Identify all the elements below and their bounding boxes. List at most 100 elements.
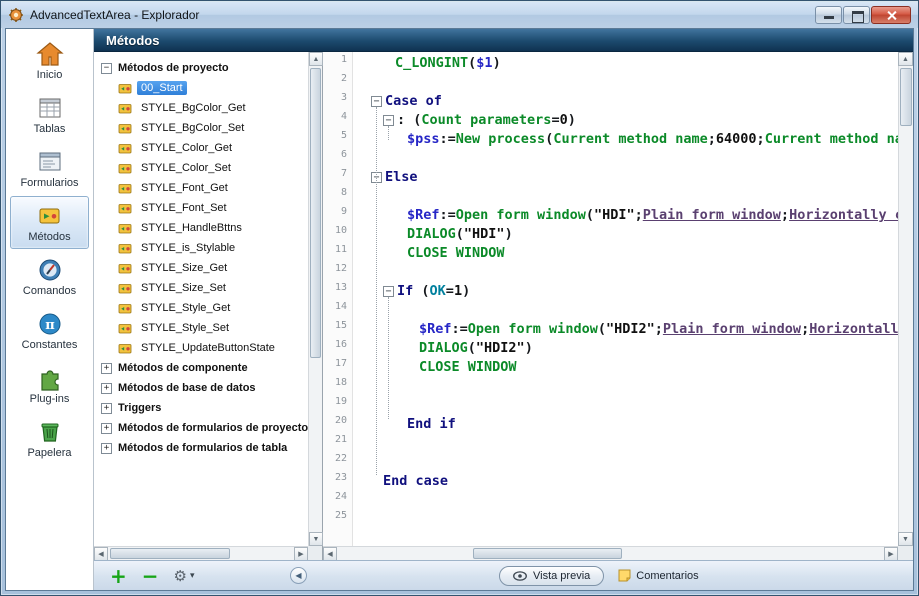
line-number[interactable]: 2 <box>323 73 352 92</box>
tree-item-style-font-set[interactable]: STYLE_Font_Set <box>94 198 308 218</box>
sidebar-item-inicio[interactable]: Inicio <box>10 34 89 87</box>
code-line-12[interactable] <box>353 263 898 282</box>
sidebar-item-plug-ins[interactable]: Plug-ins <box>10 358 89 411</box>
collapse-panel-button[interactable]: ◀ <box>290 567 307 584</box>
scroll-left-icon[interactable]: ◀ <box>94 547 108 561</box>
tree-item-style-font-get[interactable]: STYLE_Font_Get <box>94 178 308 198</box>
code-line-4[interactable]: : (Count parameters=0) <box>353 111 898 130</box>
scroll-left-icon[interactable]: ◀ <box>323 547 337 561</box>
tree-group-triggers[interactable]: +Triggers <box>94 398 308 418</box>
code-line-5[interactable]: $pss:=New process(Current method name;64… <box>353 130 898 149</box>
tree-item-00-start[interactable]: 00_Start <box>94 78 308 98</box>
minimize-button[interactable] <box>815 6 842 24</box>
maximize-button[interactable] <box>843 6 870 24</box>
tree-item-style-color-set[interactable]: STYLE_Color_Set <box>94 158 308 178</box>
add-method-button[interactable]: + <box>110 566 127 586</box>
line-number[interactable]: 5 <box>323 130 352 149</box>
expand-icon[interactable]: + <box>101 363 112 374</box>
sidebar-item-comandos[interactable]: Comandos <box>10 250 89 303</box>
line-number-gutter[interactable]: 1234567891011121314151617181920212223242… <box>323 52 353 546</box>
fold-collapse-icon[interactable] <box>383 115 394 126</box>
expand-icon[interactable]: + <box>101 423 112 434</box>
code-line-19[interactable] <box>353 396 898 415</box>
line-number[interactable]: 25 <box>323 510 352 529</box>
line-number[interactable]: 20 <box>323 415 352 434</box>
expand-icon[interactable]: + <box>101 443 112 454</box>
line-number[interactable]: 21 <box>323 434 352 453</box>
scroll-up-icon[interactable]: ▲ <box>898 52 913 66</box>
code-line-18[interactable] <box>353 377 898 396</box>
close-button[interactable] <box>871 6 911 24</box>
tree-item-style-size-set[interactable]: STYLE_Size_Set <box>94 278 308 298</box>
tree-horizontal-scrollbar[interactable]: ◀ ▶ <box>94 546 308 560</box>
tree-group-m-todos-de-formularios-de-proyecto[interactable]: +Métodos de formularios de proyecto <box>94 418 308 438</box>
expand-icon[interactable]: + <box>101 403 112 414</box>
line-number[interactable]: 15 <box>323 320 352 339</box>
code-line-10[interactable]: DIALOG("HDI") <box>353 225 898 244</box>
tree-item-style-bgcolor-get[interactable]: STYLE_BgColor_Get <box>94 98 308 118</box>
line-number[interactable]: 18 <box>323 377 352 396</box>
code-line-3[interactable]: Case of <box>353 92 898 111</box>
fold-collapse-icon[interactable] <box>383 286 394 297</box>
tree-item-style-bgcolor-set[interactable]: STYLE_BgColor_Set <box>94 118 308 138</box>
editor-vscroll-thumb[interactable] <box>900 68 912 126</box>
line-number[interactable]: 4 <box>323 111 352 130</box>
scroll-right-icon[interactable]: ▶ <box>884 547 898 561</box>
line-number[interactable]: 17 <box>323 358 352 377</box>
line-number[interactable]: 10 <box>323 225 352 244</box>
sidebar-item-constantes[interactable]: πConstantes <box>10 304 89 357</box>
scroll-right-icon[interactable]: ▶ <box>294 547 308 561</box>
comments-button[interactable]: Comentarios <box>618 569 698 582</box>
code-line-7[interactable]: Else <box>353 168 898 187</box>
code-editor[interactable]: 1234567891011121314151617181920212223242… <box>323 52 913 560</box>
sidebar-item-m-todos[interactable]: Métodos <box>10 196 89 249</box>
scroll-down-icon[interactable]: ▼ <box>898 532 913 546</box>
line-number[interactable]: 13 <box>323 282 352 301</box>
tree-vertical-scrollbar[interactable]: ▲ ▼ <box>308 52 322 546</box>
line-number[interactable]: 1 <box>323 54 352 73</box>
tree-item-style-size-get[interactable]: STYLE_Size_Get <box>94 258 308 278</box>
code-line-20[interactable]: End if <box>353 415 898 434</box>
code-area[interactable]: C_LONGINT($1) Case of: (Count parameters=… <box>353 52 898 546</box>
tree-item-style-color-get[interactable]: STYLE_Color_Get <box>94 138 308 158</box>
code-line-24[interactable] <box>353 491 898 510</box>
preview-button[interactable]: Vista previa <box>499 566 604 586</box>
sidebar-item-tablas[interactable]: Tablas <box>10 88 89 141</box>
line-number[interactable]: 19 <box>323 396 352 415</box>
code-line-16[interactable]: DIALOG("HDI2") <box>353 339 898 358</box>
code-line-13[interactable]: If (OK=1) <box>353 282 898 301</box>
line-number[interactable]: 7 <box>323 168 352 187</box>
tree-group-m-todos-de-componente[interactable]: +Métodos de componente <box>94 358 308 378</box>
code-line-17[interactable]: CLOSE WINDOW <box>353 358 898 377</box>
scroll-down-icon[interactable]: ▼ <box>309 532 323 546</box>
editor-vertical-scrollbar[interactable]: ▲ ▼ <box>898 52 913 546</box>
collapse-icon[interactable]: − <box>101 63 112 74</box>
editor-hscroll-thumb[interactable] <box>473 548 623 559</box>
code-line-1[interactable]: C_LONGINT($1) <box>353 54 898 73</box>
fold-collapse-icon[interactable] <box>371 96 382 107</box>
line-number[interactable]: 16 <box>323 339 352 358</box>
code-line-2[interactable] <box>353 73 898 92</box>
sidebar-item-formularios[interactable]: Formularios <box>10 142 89 195</box>
line-number[interactable]: 23 <box>323 472 352 491</box>
code-line-14[interactable] <box>353 301 898 320</box>
tree-group-m-todos-de-base-de-datos[interactable]: +Métodos de base de datos <box>94 378 308 398</box>
line-number[interactable]: 12 <box>323 263 352 282</box>
tree-vscroll-thumb[interactable] <box>310 68 321 358</box>
titlebar[interactable]: AdvancedTextArea - Explorador <box>1 1 918 28</box>
tree-group-m-todos-de-formularios-de-tabla[interactable]: +Métodos de formularios de tabla <box>94 438 308 458</box>
sidebar-item-papelera[interactable]: Papelera <box>10 412 89 465</box>
code-line-22[interactable] <box>353 453 898 472</box>
delete-method-button[interactable]: − <box>142 566 159 586</box>
code-line-11[interactable]: CLOSE WINDOW <box>353 244 898 263</box>
tree-item-style-updatebuttonstate[interactable]: STYLE_UpdateButtonState <box>94 338 308 358</box>
code-line-23[interactable]: End case <box>353 472 898 491</box>
tree-item-style-style-set[interactable]: STYLE_Style_Set <box>94 318 308 338</box>
expand-icon[interactable]: + <box>101 383 112 394</box>
code-line-21[interactable] <box>353 434 898 453</box>
line-number[interactable]: 6 <box>323 149 352 168</box>
code-line-25[interactable] <box>353 510 898 529</box>
code-line-9[interactable]: $Ref:=Open form window("HDI";Plain form … <box>353 206 898 225</box>
line-number[interactable]: 3 <box>323 92 352 111</box>
code-line-6[interactable] <box>353 149 898 168</box>
